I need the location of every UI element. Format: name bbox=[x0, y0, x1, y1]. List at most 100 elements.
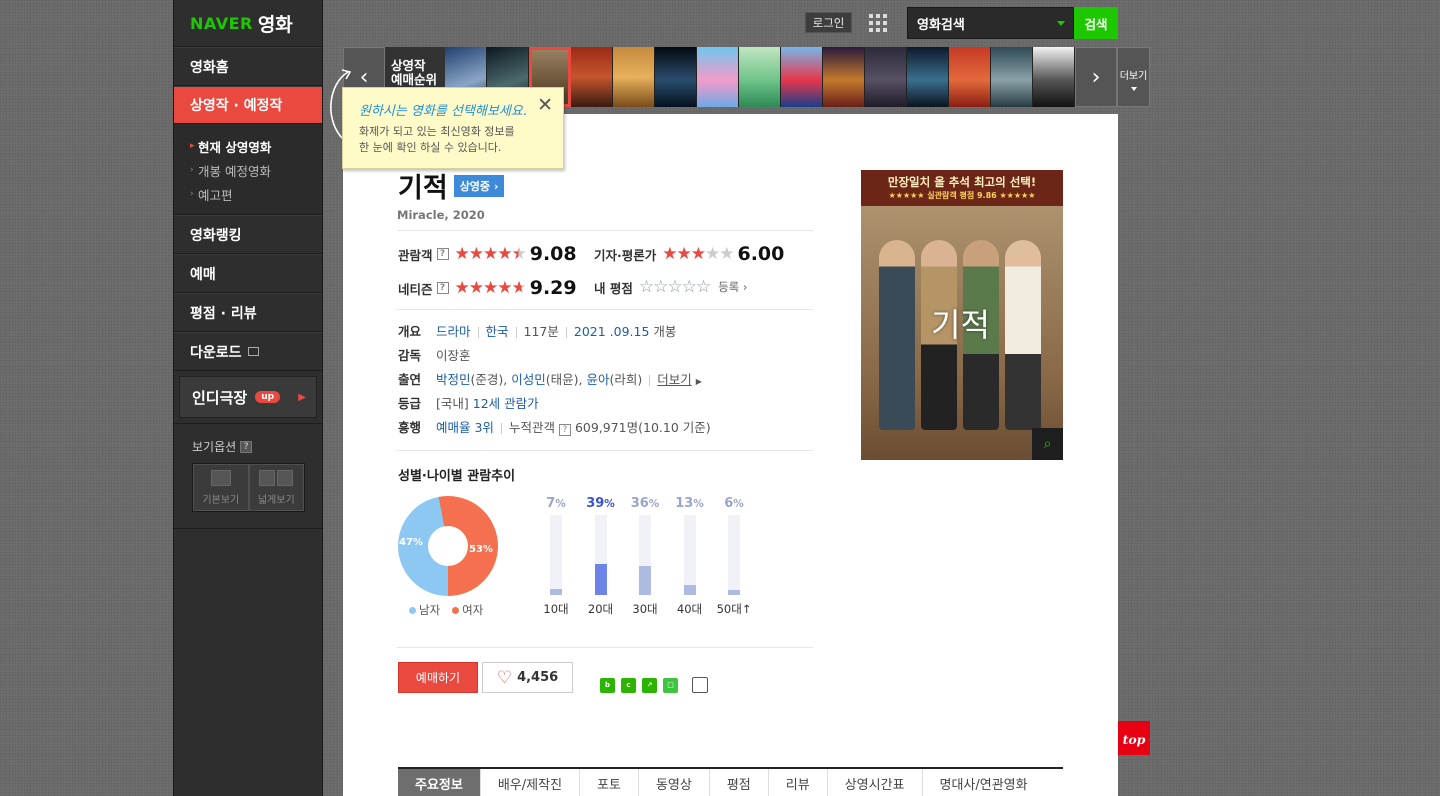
cumulative-value: 609,971명(10.10 기준) bbox=[574, 419, 711, 435]
legend-male: 남자 bbox=[409, 602, 440, 618]
subnav-trailers[interactable]: › 예고편 bbox=[190, 182, 322, 206]
tab-7[interactable]: 명대사/연관영화 bbox=[921, 769, 1045, 796]
booking-rank-link[interactable]: 예매율 3위 bbox=[436, 420, 494, 435]
tab-4[interactable]: 평점 bbox=[708, 769, 768, 796]
poster-thumb[interactable] bbox=[991, 47, 1033, 107]
nav-ranking[interactable]: 영화랭킹 bbox=[174, 215, 322, 254]
info-key: 감독 bbox=[398, 347, 422, 363]
nav-download[interactable]: 다운로드 bbox=[174, 332, 322, 371]
age-bar-fill bbox=[639, 566, 651, 595]
register-rating-link[interactable]: 등록 › bbox=[718, 279, 747, 295]
nav-now-showing[interactable]: 상영작 · 예정작 bbox=[174, 86, 322, 124]
cast-link[interactable]: 박정민 bbox=[436, 372, 471, 387]
netizen-score: 9.29 bbox=[529, 277, 577, 299]
tooltip-line2: 한 눈에 확인 하실 수 있습니다. bbox=[359, 141, 502, 154]
bookmark-share-icon[interactable]: ↗ bbox=[642, 677, 657, 693]
info-director: 감독 이장훈 bbox=[398, 342, 711, 366]
close-icon[interactable]: ✕ bbox=[537, 94, 553, 116]
view-basic-button[interactable]: 기본보기 bbox=[193, 464, 249, 511]
audience-score-row: 관람객? ★★★★ ★ 9.08 bbox=[398, 243, 577, 265]
indie-label: 인디극장 bbox=[192, 388, 248, 407]
critic-score: 6.00 bbox=[737, 243, 785, 265]
band-share-icon[interactable]: □ bbox=[663, 677, 678, 693]
scroll-top-button[interactable]: top bbox=[1118, 721, 1150, 755]
my-rating-stars[interactable]: ☆☆☆☆☆ bbox=[639, 277, 711, 297]
release-suffix: 개봉 bbox=[653, 323, 677, 339]
gender-legend: 남자 여자 bbox=[409, 602, 483, 618]
info-key: 등급 bbox=[398, 395, 422, 411]
carousel-next-button[interactable]: › bbox=[1075, 47, 1117, 107]
nav-reviews[interactable]: 평점 · 리뷰 bbox=[174, 293, 322, 332]
poster-thumb[interactable] bbox=[655, 47, 697, 107]
poster-thumb[interactable] bbox=[739, 47, 781, 107]
poster-thumb[interactable] bbox=[613, 47, 655, 107]
info-cast: 출연 박정민(준경), 이성민(태윤), 윤아(라희) 더보기 ▶ bbox=[398, 366, 711, 390]
help-icon[interactable]: ? bbox=[240, 440, 253, 453]
help-icon[interactable]: ? bbox=[436, 282, 449, 294]
tab-2[interactable]: 포토 bbox=[579, 769, 638, 796]
poster-thumb[interactable] bbox=[697, 47, 739, 107]
my-rating-label: 내 평점 bbox=[594, 280, 633, 296]
age-rating-link[interactable]: 12세 관람가 bbox=[473, 396, 539, 411]
book-button[interactable]: 예매하기 bbox=[398, 662, 478, 693]
tab-5[interactable]: 리뷰 bbox=[767, 769, 827, 796]
login-button[interactable]: 로그인 bbox=[805, 12, 852, 33]
release-date-link[interactable]: 2021 .09.15 bbox=[574, 324, 650, 339]
director-link[interactable]: 이장훈 bbox=[436, 345, 471, 364]
nav-booking[interactable]: 예매 bbox=[174, 254, 322, 293]
now-showing-badge[interactable]: 상영중 › bbox=[453, 174, 505, 197]
search-button[interactable]: 검색 bbox=[1074, 7, 1118, 39]
tab-1[interactable]: 배우/제작진 bbox=[479, 769, 579, 796]
carousel-more-button[interactable]: 더보기 bbox=[1117, 47, 1150, 107]
search-category-select[interactable]: 영화검색 bbox=[907, 7, 1074, 39]
cast-link[interactable]: 이성민 bbox=[511, 372, 546, 387]
poster-thumb[interactable] bbox=[571, 47, 613, 107]
zoom-search-icon[interactable]: ⌕ bbox=[1032, 428, 1063, 460]
apps-grid-icon[interactable] bbox=[869, 14, 887, 32]
naver-movie-logo[interactable]: NAVER 영화 bbox=[174, 0, 322, 47]
age-bar-fill bbox=[728, 590, 740, 595]
tab-0[interactable]: 주요정보 bbox=[398, 769, 480, 796]
poster-thumb[interactable] bbox=[949, 47, 991, 107]
age-bar-fill bbox=[550, 589, 562, 595]
age-bar-fill bbox=[594, 563, 607, 595]
audience-label-text: 관람객 bbox=[398, 247, 433, 263]
subnav-upcoming-movies[interactable]: › 개봉 예정영화 bbox=[190, 158, 322, 182]
movie-poster-image[interactable]: 만장일치 올 추석 최고의 선택! ★★★★★ 실관람객 평점 9.86 ★★★… bbox=[861, 170, 1063, 460]
poster-thumb[interactable] bbox=[865, 47, 907, 107]
cast-link[interactable]: 윤아 bbox=[586, 372, 609, 387]
tooltip-line1: 화제가 되고 있는 최신영화 정보를 bbox=[359, 125, 515, 138]
country-link[interactable]: 한국 bbox=[486, 324, 509, 339]
tab-6[interactable]: 상영시간표 bbox=[826, 769, 922, 796]
like-button[interactable]: ♡ 4,456 bbox=[482, 662, 573, 693]
movie-info: 개요 드라마 한국 117분 2021 .09.15 개봉 감독 이장훈 출연 박정민… bbox=[398, 318, 711, 438]
blog-share-icon[interactable]: b bbox=[600, 677, 615, 693]
age-label: 20대 bbox=[587, 602, 614, 616]
rating-prefix: [국내] bbox=[436, 395, 469, 411]
divider bbox=[397, 647, 813, 648]
caret-down-icon bbox=[1130, 87, 1137, 91]
age-label: 50대↑ bbox=[716, 602, 752, 616]
poster-thumb[interactable] bbox=[1033, 47, 1075, 107]
view-options: 보기옵션 ? 기본보기 넓게보기 bbox=[174, 423, 322, 529]
cafe-share-icon[interactable]: c bbox=[621, 677, 636, 693]
view-wide-button[interactable]: 넓게보기 bbox=[248, 464, 304, 511]
age-bar-column: 13% 40대 bbox=[670, 496, 710, 617]
poster-thumb[interactable] bbox=[781, 47, 823, 107]
age-bar-track bbox=[728, 515, 740, 595]
help-icon[interactable]: ? bbox=[436, 248, 449, 260]
share-icon[interactable] bbox=[692, 677, 708, 693]
selection-tooltip: 원하시는 영화를 선택해보세요. 화제가 되고 있는 최신영화 정보를 한 눈에… bbox=[342, 87, 564, 169]
genre-link[interactable]: 드라마 bbox=[436, 324, 471, 339]
help-icon[interactable]: ? bbox=[558, 423, 571, 436]
poster-thumb[interactable] bbox=[907, 47, 949, 107]
poster-thumb[interactable] bbox=[823, 47, 865, 107]
cast-more-link[interactable]: 더보기 ▶ bbox=[657, 372, 702, 387]
tab-3[interactable]: 동영상 bbox=[637, 769, 709, 796]
indie-theater-button[interactable]: 인디극장 up ▶ bbox=[179, 376, 317, 418]
tooltip-body: 화제가 되고 있는 최신영화 정보를 한 눈에 확인 하실 수 있습니다. bbox=[359, 124, 563, 156]
age-label: 10대 bbox=[543, 602, 569, 616]
nav-movie-home[interactable]: 영화홈 bbox=[174, 47, 322, 86]
single-column-icon bbox=[210, 469, 231, 486]
subnav-current-movies[interactable]: ▸ 현재 상영영화 bbox=[190, 134, 322, 158]
